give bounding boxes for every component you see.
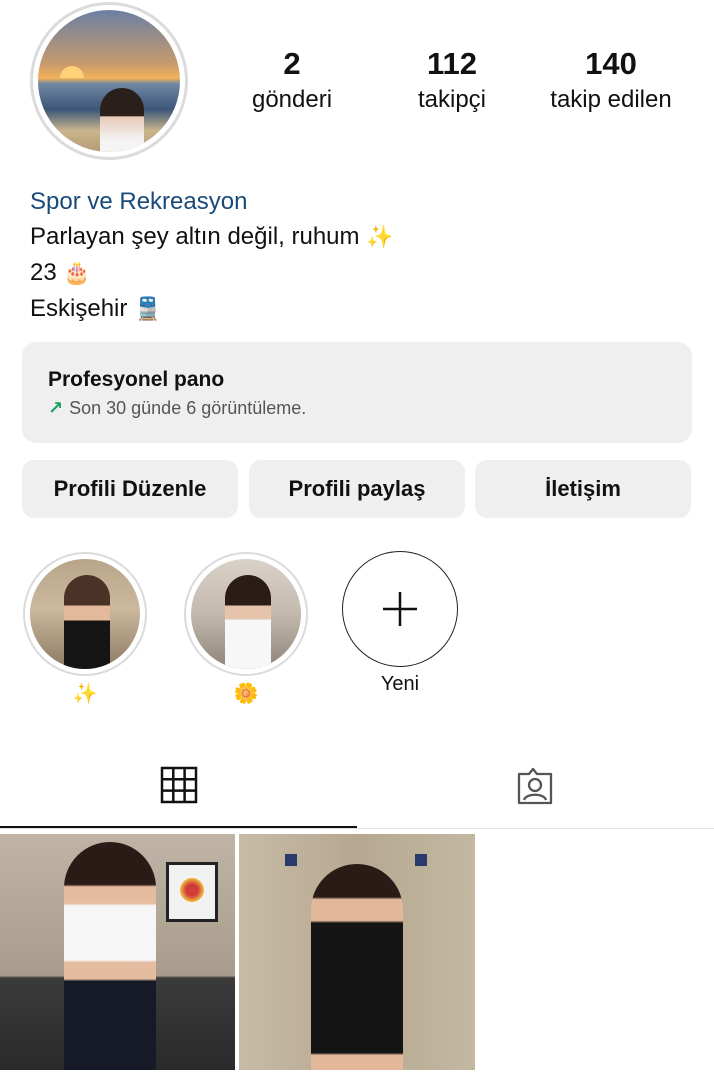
tagged-person-icon [517,767,553,805]
bio-line-3: Eskişehir 🚆 [30,295,162,322]
highlight-label: ✨ [72,681,98,705]
tab-grid[interactable] [160,766,200,806]
tab-divider [0,828,714,829]
posts-label: gönderi [251,86,333,113]
highlight-cover [184,552,308,676]
sparkles-icon: ✨ [366,225,394,250]
train-icon: 🚆 [134,297,162,322]
bio-line-1: Parlayan şey altın değil, ruhum ✨ [30,223,394,250]
trend-up-icon: ↗ [48,398,64,418]
posts-count: 2 [283,46,301,81]
tab-tagged[interactable] [515,766,555,806]
stat-followers[interactable]: 112 takipçi [400,44,504,116]
post-thumbnail[interactable] [0,834,235,1070]
new-highlight-label: Yeni [380,673,420,695]
followers-label: takipçi [417,86,487,113]
highlight-item[interactable]: ✨ [21,552,149,708]
post-thumbnail[interactable] [239,834,475,1070]
avatar-image [38,10,180,152]
birthday-cake-icon: 🎂 [63,261,91,286]
stat-posts[interactable]: 2 gönderi [236,44,348,116]
following-label: takip edilen [550,86,672,113]
dashboard-subtitle: ↗ Son 30 günde 6 görüntüleme. [48,398,307,418]
plus-icon [383,592,417,626]
grid-icon [160,766,198,804]
bio-line-2: 23 🎂 [30,259,91,286]
edit-profile-button[interactable]: Profili Düzenle [22,460,238,518]
stat-following[interactable]: 140 takip edilen [540,44,682,116]
share-profile-button[interactable]: Profili paylaş [249,460,465,518]
professional-dashboard[interactable]: Profesyonel pano ↗ Son 30 günde 6 görüntü… [22,342,692,443]
dashboard-title: Profesyonel pano [48,368,225,391]
contact-button[interactable]: İletişim [475,460,691,518]
highlight-cover [23,552,147,676]
following-count: 140 [585,46,637,81]
highlight-label: 🌼 [233,681,259,705]
profile-avatar[interactable] [30,2,188,160]
profile-bio: Spor ve Rekreasyon Parlayan şey altın de… [30,184,394,327]
highlight-item[interactable]: 🌼 [182,552,310,708]
followers-count: 112 [426,46,477,81]
new-highlight-button[interactable]: Yeni [336,551,464,699]
profile-category[interactable]: Spor ve Rekreasyon [30,184,394,219]
